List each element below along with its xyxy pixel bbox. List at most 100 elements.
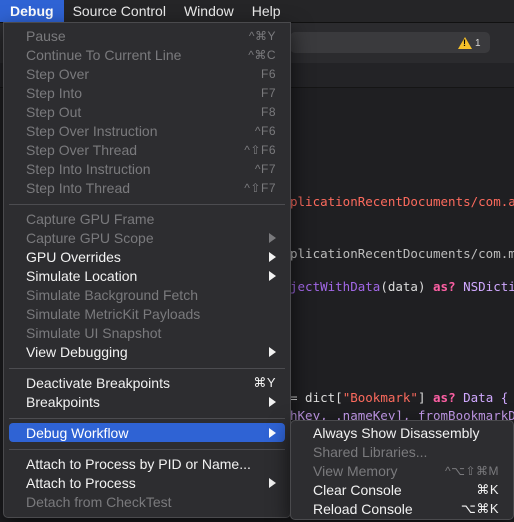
menu-item-label: Attach to Process by PID or Name... xyxy=(26,455,251,472)
submenu-arrow-icon xyxy=(269,477,276,488)
shortcut: ^⇧F6 xyxy=(244,142,276,157)
menu-item-simulate-metrickit-payloads[interactable]: Simulate MetricKit Payloads xyxy=(9,304,285,323)
shortcut: F6 xyxy=(260,66,276,81)
menu-item-capture-gpu-frame[interactable]: Capture GPU Frame xyxy=(9,209,285,228)
warning-indicator[interactable]: ! 1 xyxy=(458,35,481,51)
menu-item-label: Simulate UI Snapshot xyxy=(26,324,162,341)
menu-item-label: Step Into Instruction xyxy=(26,160,151,177)
menu-item-simulate-ui-snapshot[interactable]: Simulate UI Snapshot xyxy=(9,323,285,342)
shortcut: ⌥⌘K xyxy=(460,500,499,516)
menu-item-label: Step Over Thread xyxy=(26,141,138,158)
menu-item-continue-to-current-line[interactable]: Continue To Current Line ^⌘C xyxy=(9,45,285,64)
code-line: = dict["Bookmark"] as? Data { xyxy=(290,390,508,405)
menu-debug[interactable]: Debug xyxy=(0,0,64,22)
menu-item-step-over[interactable]: Step Over F6 xyxy=(9,64,285,83)
menu-help[interactable]: Help xyxy=(243,0,290,22)
menu-separator xyxy=(9,368,285,369)
code-token: jectWithData xyxy=(290,279,381,294)
code-token: ] xyxy=(417,390,434,405)
menu-item-label: Shared Libraries... xyxy=(313,443,428,460)
menu-item-label: Step Out xyxy=(26,103,82,120)
shortcut: ^F7 xyxy=(254,161,276,176)
menu-item-label: Pause xyxy=(26,27,66,44)
menu-item-simulate-location[interactable]: Simulate Location xyxy=(9,266,285,285)
menu-item-label: View Debugging xyxy=(26,343,128,360)
code-token: = dict[ xyxy=(290,390,343,405)
menu-item-attach-to-process[interactable]: Attach to Process xyxy=(9,473,285,492)
submenu-arrow-icon xyxy=(269,346,276,357)
menu-item-label: Always Show Disassembly xyxy=(313,424,480,441)
code-token: NSDicti xyxy=(455,279,514,294)
warning-count: 1 xyxy=(475,37,481,49)
menu-item-reload-console[interactable]: Reload Console ⌥⌘K xyxy=(296,499,508,518)
menu-separator xyxy=(9,204,285,205)
menu-window[interactable]: Window xyxy=(175,0,243,22)
menu-item-label: Breakpoints xyxy=(26,393,100,410)
menu-item-step-over-instruction[interactable]: Step Over Instruction ^F6 xyxy=(9,121,285,140)
menu-item-detach[interactable]: Detach from CheckTest xyxy=(9,492,285,511)
submenu-arrow-icon xyxy=(269,232,276,243)
menu-item-always-show-disassembly[interactable]: Always Show Disassembly xyxy=(296,423,508,442)
menu-separator xyxy=(9,449,285,450)
shortcut: F7 xyxy=(260,85,276,100)
debug-workflow-submenu: Always Show Disassembly Shared Libraries… xyxy=(290,420,514,520)
menu-item-label: Step Over xyxy=(26,65,90,82)
menu-item-label: View Memory xyxy=(313,462,398,479)
menu-item-label: Continue To Current Line xyxy=(26,46,182,63)
menu-item-label: Deactivate Breakpoints xyxy=(26,374,170,391)
menu-item-view-memory[interactable]: View Memory ^⌥⇧⌘M xyxy=(296,461,508,480)
menu-item-label: Capture GPU Frame xyxy=(26,210,155,227)
shortcut: ⌘Y xyxy=(253,374,276,390)
code-line: plicationRecentDocuments/com.m xyxy=(290,246,514,261)
menu-item-label: Reload Console xyxy=(313,500,413,517)
menu-item-shared-libraries[interactable]: Shared Libraries... xyxy=(296,442,508,461)
code-token: as? xyxy=(433,279,456,294)
menu-item-capture-gpu-scope[interactable]: Capture GPU Scope xyxy=(9,228,285,247)
submenu-arrow-icon xyxy=(269,427,276,438)
menu-item-breakpoints[interactable]: Breakpoints xyxy=(9,392,285,411)
menu-source-control[interactable]: Source Control xyxy=(64,0,175,22)
menu-item-debug-workflow[interactable]: Debug Workflow xyxy=(9,423,285,442)
debug-menu: Pause ^⌘Y Continue To Current Line ^⌘C Ste… xyxy=(3,22,291,518)
menu-item-label: GPU Overrides xyxy=(26,248,121,265)
menu-item-clear-console[interactable]: Clear Console ⌘K xyxy=(296,480,508,499)
menu-item-label: Capture GPU Scope xyxy=(26,229,154,246)
menu-item-label: Detach from CheckTest xyxy=(26,493,172,510)
menu-item-deactivate-breakpoints[interactable]: Deactivate Breakpoints ⌘Y xyxy=(9,373,285,392)
menu-separator xyxy=(9,418,285,419)
submenu-arrow-icon xyxy=(269,396,276,407)
menu-item-simulate-background-fetch[interactable]: Simulate Background Fetch xyxy=(9,285,285,304)
menu-item-step-into-thread[interactable]: Step Into Thread ^⇧F7 xyxy=(9,178,285,197)
menu-item-view-debugging[interactable]: View Debugging xyxy=(9,342,285,361)
shortcut: ^⌥⇧⌘M xyxy=(444,463,499,478)
menu-item-attach-by-pid[interactable]: Attach to Process by PID or Name... xyxy=(9,454,285,473)
menu-item-label: Debug Workflow xyxy=(26,424,129,441)
shortcut: F8 xyxy=(260,104,276,119)
shortcut: ^⌘C xyxy=(248,47,276,62)
code-token: "Bookmark" xyxy=(342,390,418,405)
code-token: Data { xyxy=(455,390,509,405)
menu-item-label: Attach to Process xyxy=(26,474,136,491)
menu-item-label: Simulate MetricKit Payloads xyxy=(26,305,201,322)
menu-item-pause[interactable]: Pause ^⌘Y xyxy=(9,26,285,45)
shortcut: ^⇧F7 xyxy=(244,180,276,195)
menu-item-step-into-instruction[interactable]: Step Into Instruction ^F7 xyxy=(9,159,285,178)
menu-item-step-into[interactable]: Step Into F7 xyxy=(9,83,285,102)
warning-icon: ! xyxy=(458,37,472,49)
menu-item-step-out[interactable]: Step Out F8 xyxy=(9,102,285,121)
menu-item-step-over-thread[interactable]: Step Over Thread ^⇧F6 xyxy=(9,140,285,159)
menu-item-label: Simulate Background Fetch xyxy=(26,286,198,303)
code-line: jectWithData(data) as? NSDicti xyxy=(290,279,514,294)
submenu-arrow-icon xyxy=(269,270,276,281)
code-token: (data) xyxy=(380,279,433,294)
code-line: plicationRecentDocuments/com.a xyxy=(290,194,514,209)
menu-item-label: Simulate Location xyxy=(26,267,138,284)
menu-item-label: Step Into xyxy=(26,84,83,101)
menu-item-gpu-overrides[interactable]: GPU Overrides xyxy=(9,247,285,266)
submenu-arrow-icon xyxy=(269,251,276,262)
menu-item-label: Clear Console xyxy=(313,481,402,498)
menu-bar: Debug Source Control Window Help xyxy=(0,0,514,23)
shortcut: ^⌘Y xyxy=(248,28,276,43)
menu-item-label: Step Over Instruction xyxy=(26,122,158,139)
shortcut: ^F6 xyxy=(254,123,276,138)
